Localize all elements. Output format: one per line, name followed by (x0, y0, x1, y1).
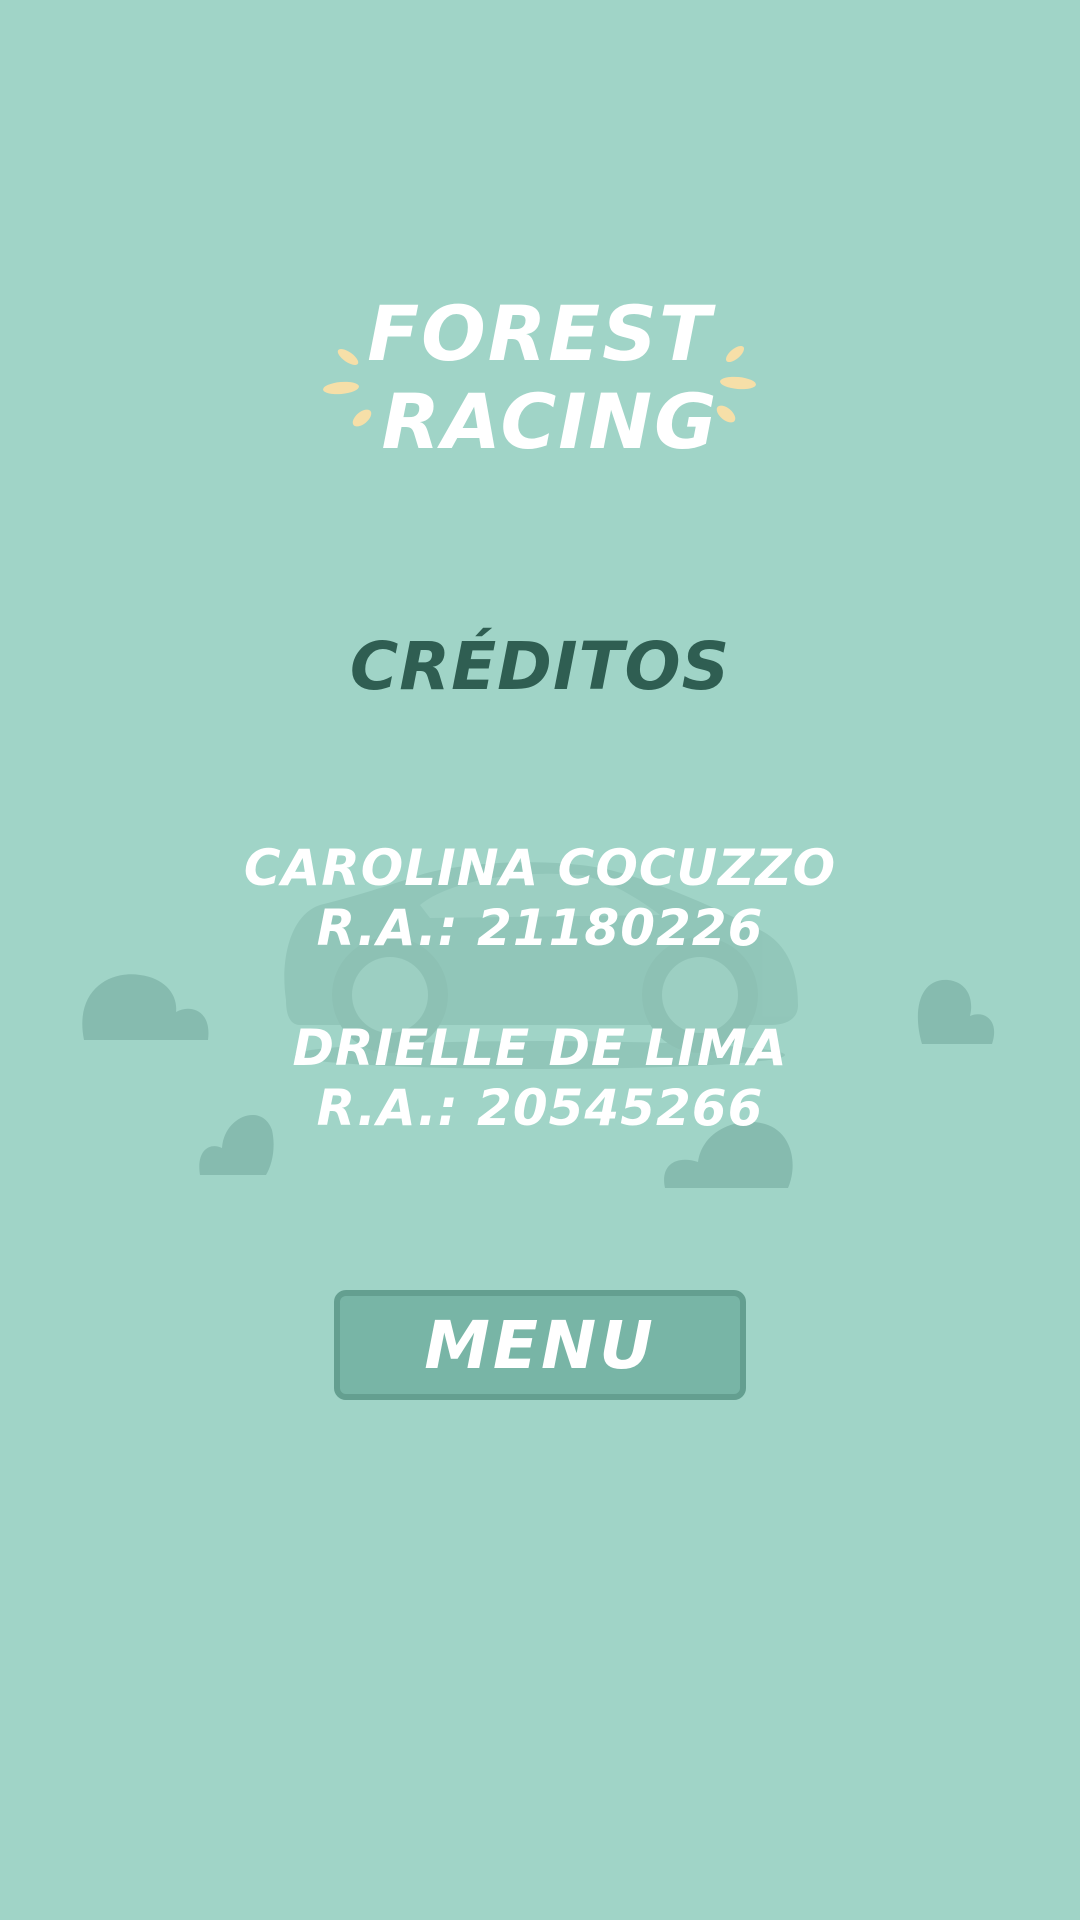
menu-button[interactable]: MENU (334, 1290, 746, 1400)
page-title: CRÉDITOS (349, 628, 731, 705)
credit-entry: DRIELLE DE LIMA R.A.: 20545266 (0, 1018, 1080, 1138)
menu-button-label: MENU (424, 1306, 656, 1384)
credit-ra: R.A.: 20545266 (316, 1079, 764, 1137)
credits-screen: FOREST RACING CRÉDITOS CAROLINA COCUZZO … (0, 0, 1080, 1920)
background-art (82, 345, 995, 1188)
game-logo: FOREST RACING (0, 290, 1080, 466)
logo-line-1: FOREST (367, 289, 713, 378)
credit-name: DRIELLE DE LIMA (292, 1019, 788, 1077)
credit-entry: CAROLINA COCUZZO R.A.: 21180226 (0, 838, 1080, 958)
credit-name: CAROLINA COCUZZO (243, 839, 837, 897)
logo-line-2: RACING (381, 377, 719, 466)
credit-ra: R.A.: 21180226 (316, 899, 764, 957)
